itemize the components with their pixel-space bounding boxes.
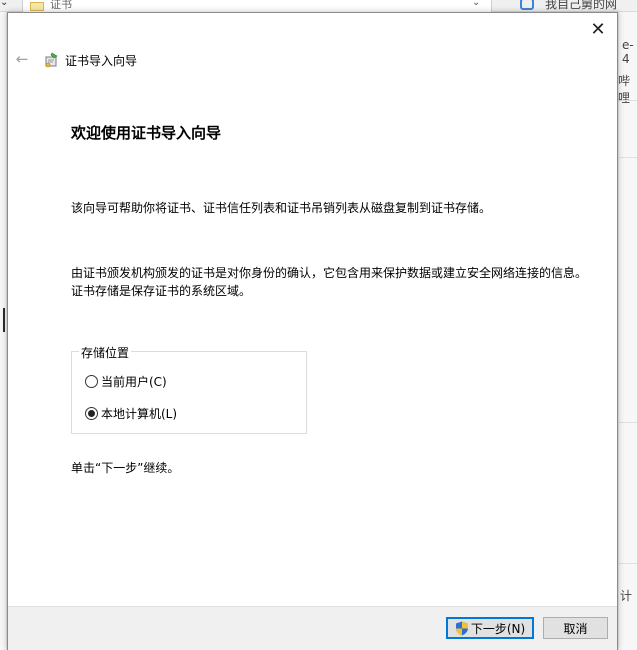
dialog-footer: 下一步(N) 取消 [8,606,617,650]
divider [619,157,637,158]
close-button[interactable]: ✕ [585,17,611,41]
divider [619,563,637,564]
continue-instruction: 单击“下一步”继续。 [71,461,180,475]
back-button[interactable]: ← [14,50,30,68]
store-location-legend: 存储位置 [79,344,132,361]
cancel-button-label: 取消 [563,621,588,636]
folder-icon [30,2,44,11]
certificate-info-text: 由证书颁发机构颁发的证书是对你身份的确认，它包含用来保护数据或建立安全网络连接的… [71,266,588,298]
local-machine-label: 本地计算机(L) [101,407,178,421]
background-text: e-4 [622,38,634,66]
description-text: 该向导可帮助你将证书、证书信任列表和证书吊销列表从磁盘复制到证书存储。 [71,201,492,215]
screen: 证书 ⌄ 我自己舅的网 e-4 哔哩 计 ⌄ ✕ ← 证书导入向导 欢迎使用证书… [0,0,637,650]
wizard-header: ← 证书导入向导 [8,47,617,73]
local-machine-radio-option[interactable]: 本地计算机(L) [85,405,177,422]
next-button-label: 下一步(N) [470,621,526,636]
chevron-down-icon[interactable]: ⌄ [472,0,480,8]
current-user-radio[interactable] [85,375,98,388]
current-user-radio-option[interactable]: 当前用户(C) [85,373,167,390]
background-tab[interactable] [22,0,492,12]
tv-icon [520,0,534,10]
divider [619,100,637,101]
background-window-right [618,12,637,650]
certificate-wizard-icon [45,52,58,68]
background-marker [3,308,5,332]
background-text: 计 [620,589,633,603]
cancel-button[interactable]: 取消 [543,617,608,639]
chevron-down-icon[interactable]: ⌄ [0,0,8,8]
divider [619,422,637,423]
store-location-group: 存储位置 当前用户(C) 本地计算机(L) [71,344,307,434]
uac-shield-icon [455,621,468,635]
close-icon: ✕ [590,18,606,40]
background-tab-label: 证书 [50,0,72,11]
wizard-title: 证书导入向导 [65,54,138,68]
next-button[interactable]: 下一步(N) [446,617,534,639]
page-title: 欢迎使用证书导入向导 [71,124,222,142]
back-arrow-icon: ← [15,50,29,68]
certificate-import-wizard-dialog: ✕ ← 证书导入向导 欢迎使用证书导入向导 该向导可帮助你将证书、证书信任列表和… [7,12,618,650]
current-user-label: 当前用户(C) [101,375,167,389]
background-window-title: 我自己舅的网 [545,0,618,11]
local-machine-radio[interactable] [85,407,98,420]
